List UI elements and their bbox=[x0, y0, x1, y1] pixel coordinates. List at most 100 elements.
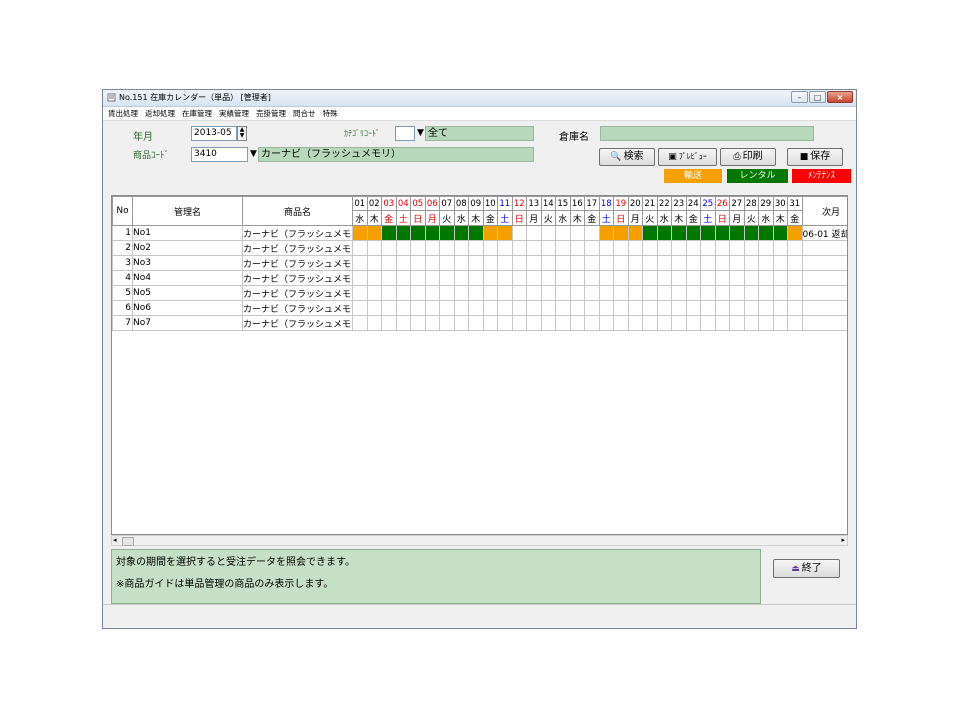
day-cell[interactable] bbox=[613, 315, 629, 331]
day-cell[interactable] bbox=[468, 255, 484, 271]
day-cell[interactable] bbox=[526, 255, 542, 271]
day-cell[interactable] bbox=[627, 285, 643, 301]
day-cell[interactable] bbox=[381, 255, 397, 271]
day-cell[interactable] bbox=[729, 315, 745, 331]
day-cell[interactable] bbox=[555, 240, 571, 256]
day-cell[interactable] bbox=[656, 315, 672, 331]
day-cell[interactable] bbox=[743, 270, 759, 286]
day-cell[interactable] bbox=[584, 255, 600, 271]
day-cell[interactable] bbox=[772, 240, 788, 256]
row-manager-name[interactable]: No3 bbox=[132, 255, 243, 271]
day-cell[interactable] bbox=[511, 315, 527, 331]
day-cell[interactable] bbox=[526, 315, 542, 331]
day-cell[interactable] bbox=[787, 225, 803, 241]
table-row[interactable]: 4No4カーナビ（フラッシュメモリ） bbox=[112, 270, 847, 286]
category-code-input[interactable] bbox=[395, 126, 415, 141]
day-cell[interactable] bbox=[627, 225, 643, 241]
day-cell[interactable] bbox=[772, 315, 788, 331]
day-cell[interactable] bbox=[613, 255, 629, 271]
day-cell[interactable] bbox=[656, 225, 672, 241]
day-cell[interactable] bbox=[787, 300, 803, 316]
day-cell[interactable] bbox=[772, 255, 788, 271]
day-cell[interactable] bbox=[613, 270, 629, 286]
day-cell[interactable] bbox=[758, 300, 774, 316]
warehouse-field[interactable] bbox=[600, 126, 814, 141]
day-cell[interactable] bbox=[714, 255, 730, 271]
day-cell[interactable] bbox=[381, 285, 397, 301]
day-cell[interactable] bbox=[482, 300, 498, 316]
day-cell[interactable] bbox=[468, 270, 484, 286]
day-cell[interactable] bbox=[642, 270, 658, 286]
day-cell[interactable] bbox=[352, 225, 368, 241]
day-cell[interactable] bbox=[627, 300, 643, 316]
day-cell[interactable] bbox=[468, 315, 484, 331]
day-cell[interactable] bbox=[772, 225, 788, 241]
day-cell[interactable] bbox=[381, 300, 397, 316]
day-cell[interactable] bbox=[685, 255, 701, 271]
day-cell[interactable] bbox=[700, 285, 716, 301]
day-cell[interactable] bbox=[453, 315, 469, 331]
year-month-spinner[interactable]: ▲ ▼ bbox=[237, 126, 247, 141]
row-product-name[interactable]: カーナビ（フラッシュメモリ） bbox=[242, 285, 353, 301]
day-cell[interactable] bbox=[729, 240, 745, 256]
day-cell[interactable] bbox=[569, 240, 585, 256]
day-cell[interactable] bbox=[758, 225, 774, 241]
day-cell[interactable] bbox=[671, 285, 687, 301]
menu-inquiry[interactable]: 問合せ bbox=[293, 107, 316, 120]
day-cell[interactable] bbox=[439, 225, 455, 241]
row-product-name[interactable]: カーナビ（フラッシュメモリ） bbox=[242, 270, 353, 286]
day-cell[interactable] bbox=[584, 225, 600, 241]
day-cell[interactable] bbox=[424, 240, 440, 256]
day-cell[interactable] bbox=[787, 270, 803, 286]
day-cell[interactable] bbox=[598, 270, 614, 286]
day-cell[interactable] bbox=[540, 285, 556, 301]
day-cell[interactable] bbox=[642, 240, 658, 256]
day-cell[interactable] bbox=[642, 225, 658, 241]
day-cell[interactable] bbox=[352, 300, 368, 316]
day-cell[interactable] bbox=[656, 300, 672, 316]
day-cell[interactable] bbox=[671, 315, 687, 331]
day-cell[interactable] bbox=[787, 240, 803, 256]
day-cell[interactable] bbox=[700, 300, 716, 316]
day-cell[interactable] bbox=[540, 225, 556, 241]
horizontal-scrollbar[interactable]: ◂ ▸ bbox=[111, 535, 848, 546]
day-cell[interactable] bbox=[700, 225, 716, 241]
day-cell[interactable] bbox=[700, 255, 716, 271]
day-cell[interactable] bbox=[424, 270, 440, 286]
day-cell[interactable] bbox=[410, 270, 426, 286]
day-cell[interactable] bbox=[511, 255, 527, 271]
category-dropdown-icon[interactable]: ▼ bbox=[416, 127, 425, 140]
row-product-name[interactable]: カーナビ（フラッシュメモリ） bbox=[242, 315, 353, 331]
menu-results[interactable]: 実績管理 bbox=[219, 107, 249, 120]
day-cell[interactable] bbox=[497, 240, 513, 256]
day-cell[interactable] bbox=[598, 255, 614, 271]
day-cell[interactable] bbox=[555, 285, 571, 301]
day-cell[interactable] bbox=[482, 255, 498, 271]
day-cell[interactable] bbox=[627, 270, 643, 286]
menu-return[interactable]: 返却処理 bbox=[145, 107, 175, 120]
day-cell[interactable] bbox=[555, 255, 571, 271]
table-row[interactable]: 6No6カーナビ（フラッシュメモリ） bbox=[112, 300, 847, 316]
table-row[interactable]: 5No5カーナビ（フラッシュメモリ） bbox=[112, 285, 847, 301]
day-cell[interactable] bbox=[671, 255, 687, 271]
day-cell[interactable] bbox=[772, 270, 788, 286]
day-cell[interactable] bbox=[424, 255, 440, 271]
day-cell[interactable] bbox=[584, 285, 600, 301]
day-cell[interactable] bbox=[453, 240, 469, 256]
day-cell[interactable] bbox=[656, 255, 672, 271]
day-cell[interactable] bbox=[627, 255, 643, 271]
day-cell[interactable] bbox=[743, 300, 759, 316]
day-cell[interactable] bbox=[714, 225, 730, 241]
day-cell[interactable] bbox=[598, 315, 614, 331]
day-cell[interactable] bbox=[656, 270, 672, 286]
day-cell[interactable] bbox=[511, 270, 527, 286]
day-cell[interactable] bbox=[424, 315, 440, 331]
day-cell[interactable] bbox=[685, 225, 701, 241]
day-cell[interactable] bbox=[787, 315, 803, 331]
day-cell[interactable] bbox=[468, 285, 484, 301]
day-cell[interactable] bbox=[410, 300, 426, 316]
menu-receivables[interactable]: 売掛管理 bbox=[256, 107, 286, 120]
table-row[interactable]: 2No2カーナビ（フラッシュメモリ） bbox=[112, 240, 847, 256]
day-cell[interactable] bbox=[569, 255, 585, 271]
day-cell[interactable] bbox=[395, 270, 411, 286]
